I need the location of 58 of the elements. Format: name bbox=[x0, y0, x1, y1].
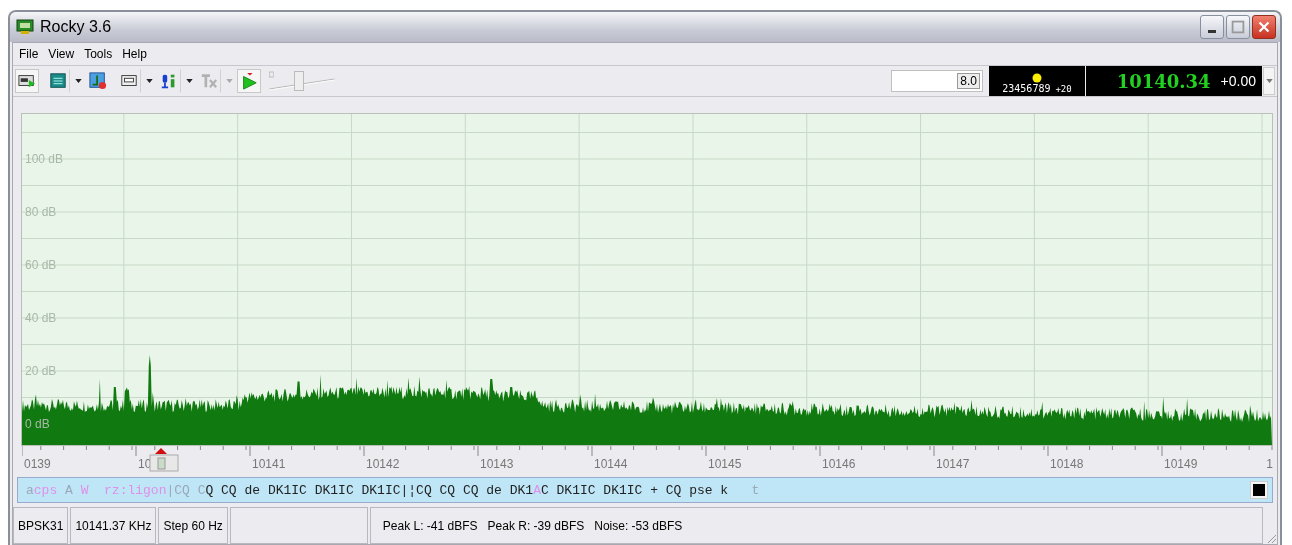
slider-ramp-icon bbox=[268, 69, 336, 93]
resize-grip-icon[interactable] bbox=[1265, 532, 1277, 544]
frequency-label: 0139 bbox=[24, 457, 51, 471]
maximize-icon bbox=[1229, 18, 1247, 36]
close-button[interactable] bbox=[1252, 15, 1276, 39]
frequency-label: 10146 bbox=[822, 457, 856, 471]
level-value: 8.0 bbox=[957, 73, 980, 89]
frequency-label: 10145 bbox=[708, 457, 742, 471]
frequency-status: 10141.37 KHz bbox=[70, 507, 157, 544]
received-text: acps A W rz:ligon|CQ CQ CQ de DK1IC DK1IC DK1IC|¦CQ CQ CQ de DK1AC DK1IC DK1IC + CQ pse k t bbox=[26, 482, 760, 498]
caret-icon bbox=[225, 79, 233, 83]
db-label: 100 dB bbox=[25, 152, 63, 166]
frequency-label: 10142 bbox=[366, 457, 400, 471]
frequency-label: 10147 bbox=[936, 457, 970, 471]
play-icon bbox=[240, 72, 258, 90]
menu-item[interactable]: Help bbox=[118, 46, 151, 62]
menu-item[interactable]: File bbox=[15, 46, 43, 62]
chart-error-icon bbox=[89, 72, 107, 90]
db-label: 20 dB bbox=[25, 364, 57, 378]
level-reading: Peak L: -41 dBFS bbox=[382, 518, 478, 533]
mode-status: BPSK31 bbox=[13, 507, 69, 544]
toolbar-button[interactable] bbox=[15, 69, 39, 93]
offset-text: +20 bbox=[1055, 84, 1072, 94]
frequency-readout: 10140.34 bbox=[1116, 70, 1211, 92]
menu-item[interactable]: View bbox=[44, 46, 79, 62]
minimize-button[interactable] bbox=[1200, 15, 1224, 39]
caret-icon bbox=[1265, 79, 1273, 83]
step-status: Step 60 Hz bbox=[158, 507, 228, 544]
level-reading: Noise: -53 dBFS bbox=[594, 518, 683, 533]
tx-icon bbox=[200, 72, 218, 90]
frequency-label: 10143 bbox=[480, 457, 514, 471]
db-label: 80 dB bbox=[25, 205, 57, 219]
window-title: Rocky 3.6 bbox=[40, 18, 113, 36]
menu-item[interactable]: Tools bbox=[80, 46, 117, 62]
frequency-label: 10141 bbox=[252, 457, 286, 471]
position-dot-icon bbox=[1032, 73, 1042, 83]
db-label: 40 dB bbox=[25, 311, 57, 325]
caret-icon bbox=[74, 79, 82, 83]
level-field[interactable]: 8.0 bbox=[891, 70, 983, 92]
screen-icon bbox=[49, 72, 67, 90]
frequency-label: 10149 bbox=[1164, 457, 1198, 471]
slider-thumb[interactable] bbox=[293, 71, 304, 91]
db-label: 0 dB bbox=[25, 417, 50, 431]
digits-text: 23456789 bbox=[1002, 83, 1051, 94]
caret-icon bbox=[145, 79, 153, 83]
square-icon bbox=[1253, 484, 1265, 496]
frequency-label: 1 bbox=[1266, 457, 1273, 471]
tuning-marker[interactable] bbox=[149, 448, 179, 472]
db-label: 60 dB bbox=[25, 258, 57, 272]
stop-button[interactable] bbox=[1250, 481, 1268, 499]
volume-slider[interactable] bbox=[268, 69, 336, 93]
caret-icon bbox=[185, 79, 193, 83]
frequency-offset: +0.00 bbox=[1220, 73, 1256, 89]
level-reading: Peak R: -39 dBFS bbox=[487, 518, 585, 533]
minimize-icon bbox=[1208, 29, 1216, 33]
card-play-icon bbox=[18, 72, 36, 90]
frequency-label: 10148 bbox=[1050, 457, 1084, 471]
frequency-label: 10144 bbox=[594, 457, 628, 471]
